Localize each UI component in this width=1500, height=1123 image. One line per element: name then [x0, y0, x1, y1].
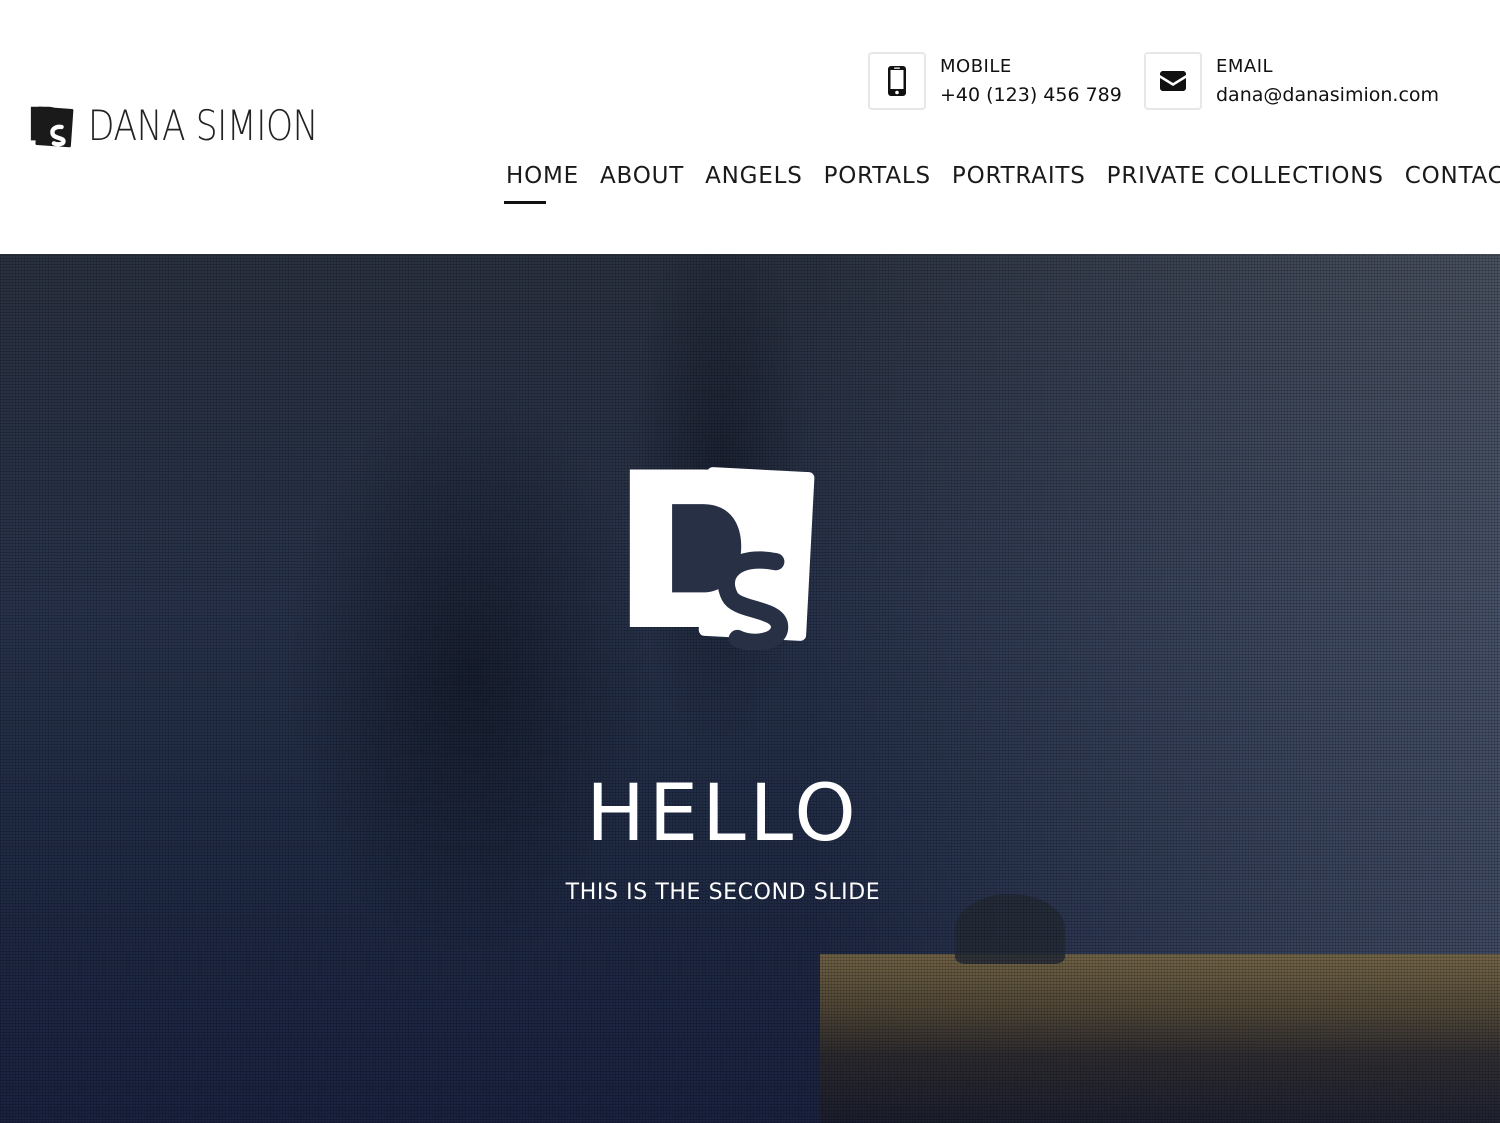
- envelope-icon: [1160, 71, 1186, 91]
- email-address[interactable]: dana@danasimion.com: [1216, 80, 1439, 110]
- nav-item-home[interactable]: HOME: [504, 158, 579, 204]
- hero-content: HELLO THIS IS THE SECOND SLIDE: [0, 254, 1500, 1123]
- main-nav: HOME ABOUT ANGELS PORTALS PORTRAITS PRIV…: [504, 158, 1500, 204]
- hero-slider[interactable]: HELLO THIS IS THE SECOND SLIDE: [0, 254, 1500, 1123]
- nav-item-portals[interactable]: PORTALS: [824, 158, 931, 194]
- email-icon-box: [1144, 52, 1202, 110]
- nav-item-about[interactable]: ABOUT: [600, 158, 684, 194]
- nav-item-portraits[interactable]: PORTRAITS: [952, 158, 1086, 194]
- ds-monogram-icon: [30, 106, 74, 148]
- mobile-icon-box: [868, 52, 926, 110]
- nav-item-angels[interactable]: ANGELS: [705, 158, 803, 194]
- nav-item-private-collections[interactable]: PRIVATE COLLECTIONS: [1107, 158, 1384, 194]
- nav-item-contact[interactable]: CONTACT: [1405, 158, 1500, 194]
- hero-title: HELLO: [586, 769, 860, 859]
- hero-subtitle: THIS IS THE SECOND SLIDE: [565, 880, 881, 905]
- site-logo[interactable]: DANA SIMION: [28, 100, 368, 152]
- email-label: EMAIL: [1216, 56, 1274, 77]
- site-header: DANA SIMION MOBILE +40 (123) 456 789 EMA…: [0, 0, 1500, 254]
- mobile-contact: MOBILE +40 (123) 456 789: [868, 52, 1122, 110]
- brand-name: DANA SIMION: [88, 101, 318, 150]
- mobile-label: MOBILE: [940, 56, 1012, 77]
- ds-monogram-icon: [629, 467, 815, 650]
- mobile-number[interactable]: +40 (123) 456 789: [940, 80, 1122, 110]
- mobile-phone-icon: [888, 66, 906, 96]
- email-contact: EMAIL dana@danasimion.com: [1144, 52, 1439, 110]
